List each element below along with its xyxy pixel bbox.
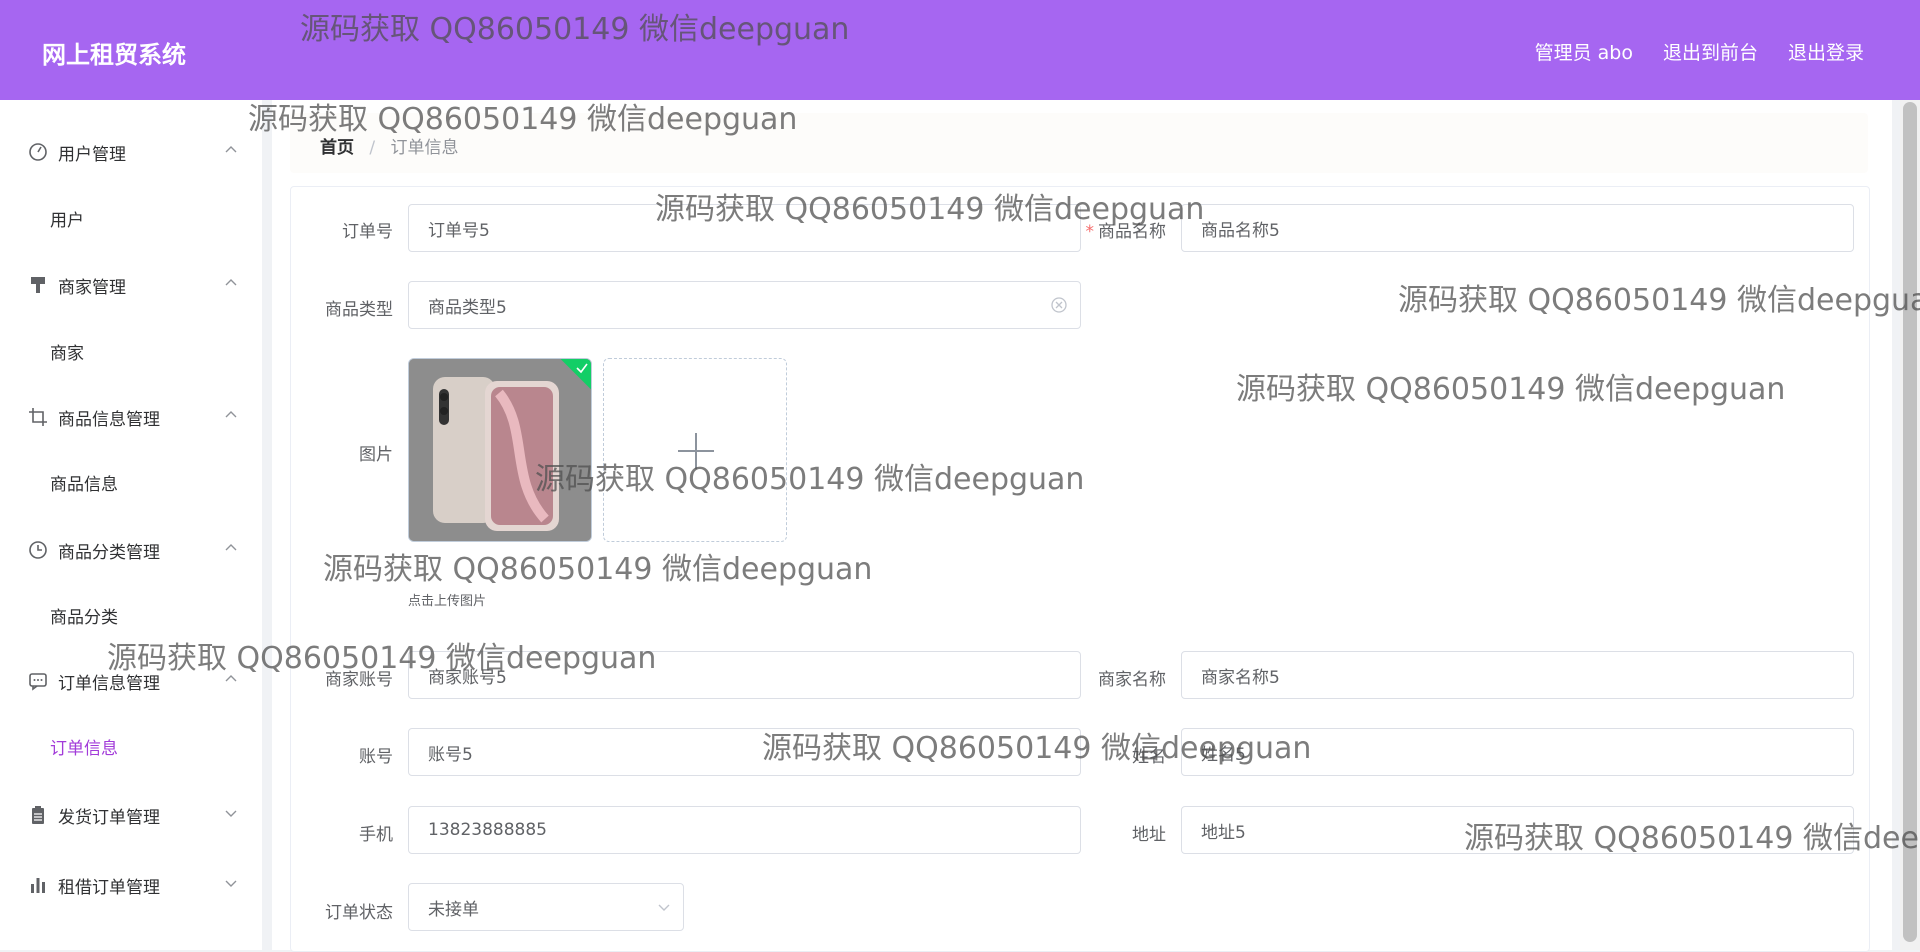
account-input[interactable]: 账号5 — [408, 728, 1081, 776]
name-input[interactable]: 姓名5 — [1181, 728, 1854, 776]
menu-title-label: 租借订单管理 — [58, 877, 160, 898]
product-type-select[interactable]: 商品类型5 — [408, 281, 1081, 329]
chevron-up-icon — [225, 279, 237, 286]
uploaded-image-thumbnail[interactable] — [408, 358, 592, 542]
menu-title-label: 用户管理 — [58, 144, 126, 165]
admin-user-link[interactable]: 管理员 abo — [1535, 38, 1633, 65]
name-label: 姓名 — [1132, 747, 1166, 767]
merchant-account-value: 商家账号5 — [428, 667, 507, 688]
merchant-account-input[interactable]: 商家账号5 — [408, 651, 1081, 699]
menu-order-info-management[interactable]: 订单信息管理 — [28, 663, 238, 699]
menu-title-label: 商品分类管理 — [58, 542, 160, 563]
address-value: 地址5 — [1201, 822, 1246, 843]
chevron-up-icon — [225, 411, 237, 418]
menu-merchant-management[interactable]: 商家管理 — [28, 267, 238, 303]
logout-link[interactable]: 退出登录 — [1788, 38, 1864, 65]
clock-icon — [29, 541, 47, 559]
menu-title-label: 商品信息管理 — [58, 409, 160, 430]
top-header: 网上租贸系统 管理员 abo 退出到前台 退出登录 — [0, 0, 1920, 100]
header-links: 管理员 abo 退出到前台 退出登录 — [1535, 38, 1864, 65]
scrollbar-thumb[interactable] — [1903, 102, 1917, 942]
menu-product-category-management[interactable]: 商品分类管理 — [28, 532, 238, 568]
sidebar-item-product-category[interactable]: 商品分类 — [50, 603, 118, 628]
chevron-up-icon — [225, 544, 237, 551]
account-label: 账号 — [359, 747, 393, 767]
product-name-label-text: 商品名称 — [1098, 222, 1166, 242]
image-label: 图片 — [359, 445, 393, 465]
exit-to-frontend-link[interactable]: 退出到前台 — [1663, 38, 1758, 65]
page-scrollbar[interactable] — [1900, 100, 1920, 950]
image-upload-button[interactable] — [603, 358, 787, 542]
clear-circle-icon[interactable] — [1050, 296, 1068, 314]
sidebar-item-product-info[interactable]: 商品信息 — [50, 470, 118, 495]
check-icon — [576, 363, 588, 374]
menu-rental-order-management[interactable]: 租借订单管理 — [28, 867, 238, 903]
address-label: 地址 — [1132, 825, 1166, 845]
breadcrumb-home[interactable]: 首页 — [320, 138, 354, 158]
menu-product-info-management[interactable]: 商品信息管理 — [28, 399, 238, 435]
address-input[interactable]: 地址5 — [1181, 806, 1854, 854]
chevron-up-icon — [225, 675, 237, 682]
chevron-down-icon — [225, 810, 237, 817]
product-type-label: 商品类型 — [325, 300, 393, 320]
phone-label: 手机 — [359, 825, 393, 845]
menu-user-management[interactable]: 用户管理 — [28, 134, 238, 170]
menu-shipping-order-management[interactable]: 发货订单管理 — [28, 797, 238, 833]
merchant-name-label: 商家名称 — [1098, 670, 1166, 690]
order-no-input[interactable]: 订单号5 — [408, 204, 1081, 252]
bar-chart-icon — [31, 878, 45, 893]
product-name-input[interactable]: 商品名称5 — [1181, 204, 1854, 252]
menu-title-label: 发货订单管理 — [58, 807, 160, 828]
chevron-up-icon — [225, 146, 237, 153]
phone-input[interactable]: 13823888885 — [408, 806, 1081, 854]
menu-title-label: 订单信息管理 — [58, 673, 160, 694]
order-no-label: 订单号 — [342, 222, 393, 242]
sidebar-item-user[interactable]: 用户 — [50, 206, 84, 231]
upload-hint: 点击上传图片 — [408, 594, 487, 609]
breadcrumb: 首页 / 订单信息 — [320, 133, 459, 158]
sidebar-item-merchant[interactable]: 商家 — [50, 339, 84, 364]
breadcrumb-separator: / — [369, 138, 376, 158]
menu-title-label: 商家管理 — [58, 277, 126, 298]
order-no-value: 订单号5 — [428, 220, 490, 241]
dashboard-icon — [29, 143, 47, 161]
product-name-value: 商品名称5 — [1201, 220, 1280, 241]
order-status-value: 未接单 — [428, 899, 479, 920]
crop-icon — [29, 408, 47, 426]
order-status-label: 订单状态 — [325, 903, 393, 923]
product-name-label: * 商品名称 — [1016, 217, 1167, 242]
plus-icon — [678, 433, 714, 469]
brush-icon — [31, 277, 45, 293]
phone-product-image — [409, 359, 591, 541]
breadcrumb-current: 订单信息 — [390, 138, 459, 158]
chevron-down-icon — [658, 904, 670, 911]
phone-value: 13823888885 — [428, 820, 547, 840]
merchant-account-label: 商家账号 — [325, 670, 393, 690]
chevron-down-icon — [225, 880, 237, 887]
product-type-value: 商品类型5 — [428, 297, 507, 318]
app-logo: 网上租贸系统 — [42, 41, 186, 69]
clipboard-icon — [32, 806, 44, 824]
name-value: 姓名5 — [1201, 744, 1246, 765]
chat-icon — [29, 673, 47, 691]
account-value: 账号5 — [428, 744, 473, 765]
sidebar-item-order-info[interactable]: 订单信息 — [50, 734, 118, 759]
merchant-name-value: 商家名称5 — [1201, 667, 1280, 688]
sidebar-menu: 用户管理 用户 商家管理 商家 商品信息管理 商品信息 商品分类管理 商品分类 … — [0, 100, 262, 950]
required-marker: * — [1085, 222, 1095, 242]
merchant-name-input[interactable]: 商家名称5 — [1181, 651, 1854, 699]
order-status-select[interactable]: 未接单 — [408, 883, 684, 931]
breadcrumb-bar: 首页 / 订单信息 — [290, 113, 1868, 173]
